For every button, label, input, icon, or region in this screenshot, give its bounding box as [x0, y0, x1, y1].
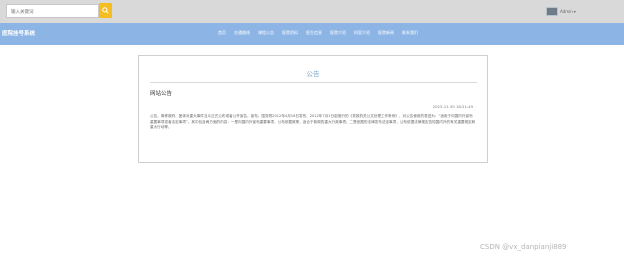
notice-card: 公告 网站公告 2023-11-30 18:21:49 公告，简称政府、团体对重… [138, 55, 488, 163]
notice-date: 2023-11-30 18:21:49 [432, 104, 473, 109]
watermark: CSDN @vx_danpianji889 [480, 243, 567, 251]
nav-item-contact[interactable]: 联系我们 [402, 30, 418, 36]
search-icon [102, 7, 109, 14]
main-navbar: 医院挂号系统 首页 交通路线 课程公告 医院资料 医生信息 医院介绍 科室介绍 … [0, 23, 624, 45]
nav-item-news[interactable]: 医院新闻 [378, 30, 394, 36]
divider [150, 82, 477, 83]
user-name: Admin [560, 8, 573, 14]
notice-body: 公告，简称政府、团体对重大事件当众正式公布或者公开宣告，宣布。国务院2012年4… [150, 114, 476, 130]
search-button[interactable] [99, 3, 112, 18]
nav-item-departments[interactable]: 科室介绍 [354, 30, 370, 36]
site-brand[interactable]: 医院挂号系统 [2, 29, 35, 37]
nav-item-hospital-info[interactable]: 医院资料 [282, 30, 298, 36]
notice-heading: 网站公告 [150, 91, 173, 97]
nav-item-hospital-intro[interactable]: 医院介绍 [330, 30, 346, 36]
top-bar: Admin ▾ [0, 0, 624, 23]
chevron-down-icon: ▾ [573, 8, 576, 14]
search-input[interactable] [6, 4, 99, 18]
nav-item-traffic[interactable]: 交通路线 [234, 30, 250, 36]
user-menu[interactable]: Admin ▾ [546, 5, 576, 17]
nav-item-home[interactable]: 首页 [218, 30, 226, 36]
avatar [546, 6, 558, 16]
nav-menu: 首页 交通路线 课程公告 医院资料 医生信息 医院介绍 科室介绍 医院新闻 联系… [218, 30, 418, 36]
page-title: 公告 [306, 70, 320, 78]
nav-item-doctors[interactable]: 医生信息 [306, 30, 322, 36]
nav-item-announcement[interactable]: 课程公告 [258, 30, 274, 36]
